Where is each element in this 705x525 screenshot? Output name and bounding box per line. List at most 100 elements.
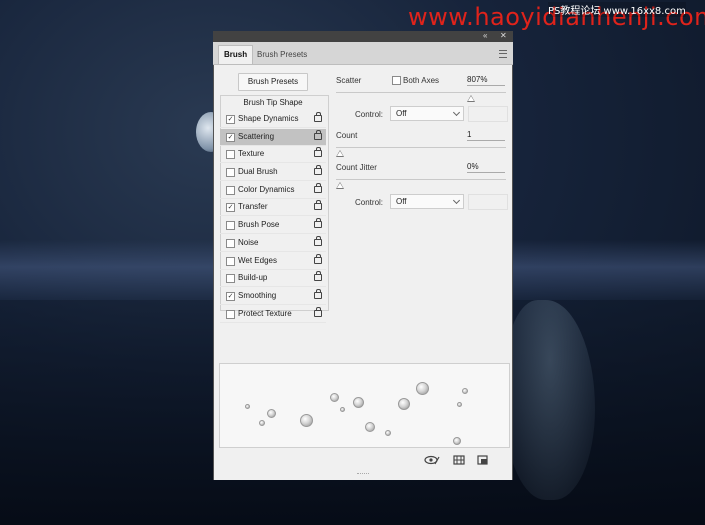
bubble-mark bbox=[365, 422, 375, 432]
lock-icon[interactable] bbox=[314, 306, 322, 317]
lock-icon[interactable] bbox=[314, 253, 322, 264]
scatter-slider[interactable] bbox=[336, 92, 506, 102]
brush-option-transfer[interactable]: ✓ Transfer bbox=[220, 199, 326, 217]
panel-menu-icon[interactable] bbox=[499, 50, 507, 58]
option-label: Scattering bbox=[238, 131, 275, 141]
scatter-slider-thumb[interactable] bbox=[466, 95, 475, 102]
brush-option-scattering[interactable]: ✓ Scattering bbox=[220, 128, 326, 146]
eye-brush-icon[interactable] bbox=[424, 455, 440, 468]
bubble-mark bbox=[353, 397, 364, 408]
lock-icon[interactable] bbox=[314, 235, 322, 246]
tab-brush[interactable]: Brush bbox=[218, 45, 254, 64]
bubble-mark bbox=[462, 388, 468, 394]
count-jitter-control-select[interactable]: Off bbox=[390, 194, 464, 209]
bubble-mark bbox=[453, 437, 461, 445]
option-checkbox[interactable] bbox=[226, 150, 235, 160]
chevron-down-icon bbox=[452, 196, 461, 205]
scatter-control-value: Off bbox=[396, 109, 407, 118]
control-label-2: Control: bbox=[355, 198, 384, 207]
count-jitter-control-field bbox=[468, 194, 508, 210]
bubble-mark bbox=[245, 404, 250, 409]
watermark-secondary-text: PS教程论坛 www.16xx8.com bbox=[548, 2, 686, 17]
count-slider[interactable] bbox=[336, 147, 506, 157]
option-label: Color Dynamics bbox=[238, 184, 295, 194]
lock-icon[interactable] bbox=[314, 218, 322, 229]
bubble-mark bbox=[457, 402, 462, 407]
lock-icon[interactable] bbox=[314, 112, 322, 122]
option-checkbox[interactable]: ✓ bbox=[226, 115, 235, 124]
option-checkbox[interactable] bbox=[226, 185, 235, 195]
option-label: Smoothing bbox=[238, 290, 277, 300]
option-label: Texture bbox=[238, 149, 265, 159]
brush-panel: « ✕ Brush Brush Presets Brush Presets Br… bbox=[213, 31, 513, 480]
bubble-mark bbox=[385, 430, 391, 436]
both-axes-checkbox[interactable] bbox=[392, 76, 401, 85]
close-icon[interactable]: ✕ bbox=[500, 31, 507, 40]
scatter-control-field bbox=[468, 106, 508, 122]
brush-option-color-dynamics[interactable]: Color Dynamics bbox=[220, 182, 326, 199]
option-label: Build-up bbox=[238, 273, 268, 283]
count-label: Count bbox=[336, 131, 358, 140]
bubble-mark bbox=[330, 393, 339, 402]
count-jitter-value-field[interactable]: 0% bbox=[467, 161, 505, 173]
bubble-mark bbox=[267, 409, 276, 418]
option-label: Wet Edges bbox=[238, 255, 277, 265]
option-checkbox[interactable] bbox=[226, 221, 235, 231]
brush-stroke-preview bbox=[219, 363, 510, 448]
tab-brush-presets[interactable]: Brush Presets bbox=[252, 46, 312, 64]
brush-option-wet-edges[interactable]: Wet Edges bbox=[220, 253, 326, 270]
brush-option-dual-brush[interactable]: Dual Brush bbox=[220, 164, 326, 182]
lock-icon[interactable] bbox=[314, 182, 322, 193]
option-checkbox[interactable]: ✓ bbox=[226, 291, 235, 301]
chevron-down-icon bbox=[452, 108, 461, 117]
count-jitter-slider[interactable] bbox=[336, 179, 506, 189]
count-jitter-label: Count Jitter bbox=[336, 163, 377, 172]
panel-resize-grip[interactable] bbox=[357, 473, 369, 477]
lock-icon[interactable] bbox=[314, 288, 322, 299]
brush-option-build-up[interactable]: Build-up bbox=[220, 270, 326, 288]
count-slider-thumb[interactable] bbox=[336, 150, 344, 157]
new-preset-icon[interactable] bbox=[477, 455, 489, 468]
lock-icon[interactable] bbox=[314, 165, 322, 176]
option-checkbox[interactable] bbox=[226, 168, 235, 178]
grid-panel-icon[interactable] bbox=[453, 455, 465, 468]
brush-presets-button[interactable]: Brush Presets bbox=[238, 73, 308, 91]
scatter-value-field[interactable]: 807% bbox=[467, 74, 505, 86]
panel-titlebar: « ✕ bbox=[213, 31, 513, 42]
option-checkbox[interactable] bbox=[226, 309, 235, 319]
option-checkbox[interactable]: ✓ bbox=[226, 203, 235, 213]
brush-option-brush-pose[interactable]: Brush Pose bbox=[220, 217, 326, 235]
scatter-label: Scatter bbox=[336, 76, 362, 85]
option-checkbox[interactable] bbox=[226, 274, 235, 284]
brush-option-texture[interactable]: Texture bbox=[220, 146, 326, 164]
option-checkbox[interactable] bbox=[226, 238, 235, 248]
count-jitter-control-value: Off bbox=[396, 197, 407, 206]
option-checkbox[interactable] bbox=[226, 256, 235, 266]
brush-option-shape-dynamics[interactable]: ✓ Shape Dynamics bbox=[220, 111, 326, 128]
bubble-mark bbox=[340, 407, 345, 412]
brush-option-smoothing[interactable]: ✓ Smoothing bbox=[220, 288, 326, 305]
option-checkbox[interactable]: ✓ bbox=[226, 132, 235, 142]
option-label: Brush Pose bbox=[238, 220, 280, 230]
lock-icon[interactable] bbox=[314, 129, 322, 140]
scatter-control-select[interactable]: Off bbox=[390, 106, 464, 121]
option-label: Protect Texture bbox=[238, 308, 292, 318]
brush-option-noise[interactable]: Noise bbox=[220, 235, 326, 252]
option-label: Noise bbox=[238, 237, 259, 247]
lock-icon[interactable] bbox=[314, 147, 322, 158]
bubble-mark bbox=[259, 420, 265, 426]
collapse-icon[interactable]: « bbox=[483, 31, 487, 40]
brush-tip-shape-item[interactable]: Brush Tip Shape bbox=[220, 95, 326, 111]
option-label: Dual Brush bbox=[238, 167, 278, 177]
bubble-mark bbox=[300, 414, 313, 427]
panel-tabs: Brush Brush Presets bbox=[213, 42, 513, 65]
lock-icon[interactable] bbox=[314, 271, 322, 282]
count-value-field[interactable]: 1 bbox=[467, 129, 505, 141]
bubble-mark bbox=[416, 382, 429, 395]
both-axes-label: Both Axes bbox=[403, 76, 440, 85]
brush-options-list: Brush Tip Shape ✓ Shape Dynamics ✓ Scatteri… bbox=[220, 95, 326, 323]
control-label: Control: bbox=[355, 110, 384, 119]
brush-option-protect-texture[interactable]: Protect Texture bbox=[220, 306, 326, 323]
count-jitter-slider-thumb[interactable] bbox=[336, 182, 344, 189]
lock-icon[interactable] bbox=[314, 200, 322, 211]
